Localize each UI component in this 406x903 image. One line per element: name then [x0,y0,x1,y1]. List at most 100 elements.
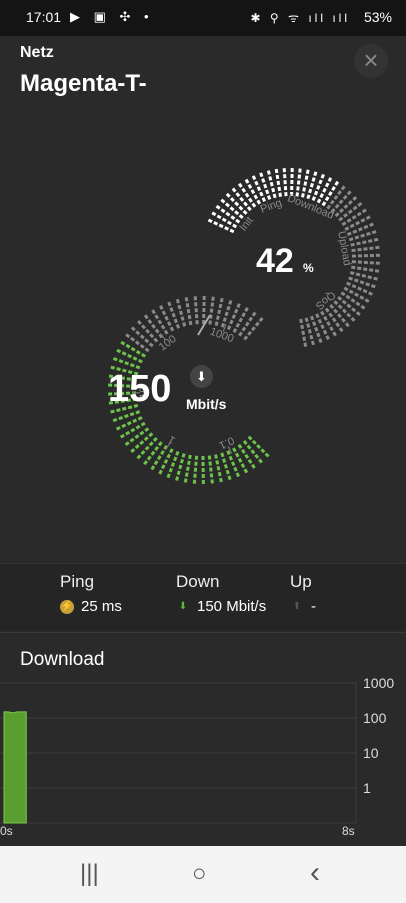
progress-arc-segment [299,318,303,324]
progress-arc-segment [225,192,231,198]
progress-arc-segment [318,179,323,185]
speed-arc-segment [148,441,154,447]
progress-arc-segment [355,220,361,226]
progress-arc-segment [333,308,339,314]
progress-arc-segment [224,202,230,208]
speed-arc-segment [118,359,124,364]
progress-arc-segment [359,295,365,300]
x-tick-label: 0s [0,824,13,838]
speed-arc-segment [214,321,219,326]
progress-arc-segment [357,202,363,207]
speed-arc-segment [186,308,191,314]
speed-arc-segment [214,454,218,459]
progress-arc-segment [261,178,266,183]
speed-arc-segment [232,328,238,333]
progress-arc-segment [341,308,347,314]
speed-arc-segment [220,322,225,328]
progress-arc-segment [351,265,356,270]
progress-arc-segment [242,209,248,215]
speed-arc-segment [158,469,163,475]
speed-arc-segment [163,458,169,464]
speed-arc-segment [163,329,169,335]
progress-arc-segment [251,175,257,181]
speed-arc-segment [124,414,129,419]
progress-arc-segment [370,284,376,289]
speed-arc-segment [187,314,192,320]
speed-arc-segment [134,434,140,439]
progress-arc-segment [309,334,314,340]
speed-arc-segment [227,475,232,481]
speed-arc-segment [180,316,185,321]
network-name: Magenta-T- [20,70,147,97]
progress-arc-segment [316,332,321,338]
speed-arc-segment [152,436,158,442]
progress-arc-segment [267,195,272,200]
speed-arc-segment [144,427,150,432]
speed-arc-segment [234,308,239,314]
progress-arc-segment [306,194,311,200]
home-button[interactable]: ○ [192,860,207,888]
progress-arc-segment [364,298,370,303]
speed-arc-segment [228,300,233,305]
progress-arc-segment [244,192,250,198]
speed-arc-segment [137,358,143,364]
speed-arc-segment [243,468,249,474]
speed-arc-segment [226,450,231,456]
speed-arc-segment [229,319,234,325]
progress-arc-segment [278,192,282,197]
speed-arc-segment [183,478,188,483]
speed-arc-segment [154,314,160,320]
progress-arc-segment [329,326,334,332]
phase-label: QoS [313,288,338,311]
progress-arc-segment [254,180,259,186]
progress-arc-segment [331,317,337,323]
speed-arc-segment [119,433,125,439]
progress-arc-segment [363,224,369,230]
speed-arc-segment [130,326,136,332]
speed-arc-segment [135,410,141,415]
progress-arc-segment [328,191,333,197]
speed-arc-segment [134,444,140,450]
progress-arc-segment [360,218,366,223]
progress-arc-segment [360,233,366,238]
speed-arc-segment [112,417,118,423]
ping-label: Ping [60,572,95,591]
speed-value: 150 [108,368,172,410]
progress-arc-segment [237,182,243,188]
progress-arc-segment [362,267,368,271]
speed-arc-segment [151,309,156,315]
progress-arc-segment [316,198,322,204]
progress-arc-segment [368,291,373,296]
speed-arc-segment [218,303,223,309]
chart-title: Download [20,649,105,670]
speed-arc-segment [129,363,135,368]
speed-arc-segment [132,418,138,423]
progress-arc-segment [229,197,235,203]
close-button[interactable]: × [354,44,388,78]
progress-arc-segment [305,169,310,175]
progress-arc-segment [348,289,354,295]
speed-arc-segment [242,439,248,445]
speed-arc-segment [160,450,165,456]
progress-arc-segment [346,303,352,309]
result-stats: Ping ⚡ 25 ms Down ⬇ 150 Mbit/s Up ⬆ - [0,563,406,631]
progress-arc-segment [371,230,377,235]
progress-arc-segment [320,173,325,179]
speed-arc-segment [251,439,257,445]
progress-arc-segment [357,227,363,232]
y-tick-label: 1000 [363,675,394,691]
speed-arc-segment [124,361,130,366]
speed-arc-segment [139,343,145,349]
progress-arc-segment [308,188,313,194]
speed-arc-segment [258,458,263,464]
speed-arc-segment [164,315,169,321]
speed-arc-segment [171,312,176,318]
progress-arc-segment [341,221,347,227]
progress-arc-segment [338,327,344,333]
progress-arc-segment [346,190,352,196]
back-button[interactable]: ‹ [310,856,320,890]
recent-apps-button[interactable]: ||| [80,860,99,888]
download-direction-icon: ⬇ [190,365,213,388]
progress-arc-segment [338,199,344,205]
speed-arc-segment [116,348,122,354]
